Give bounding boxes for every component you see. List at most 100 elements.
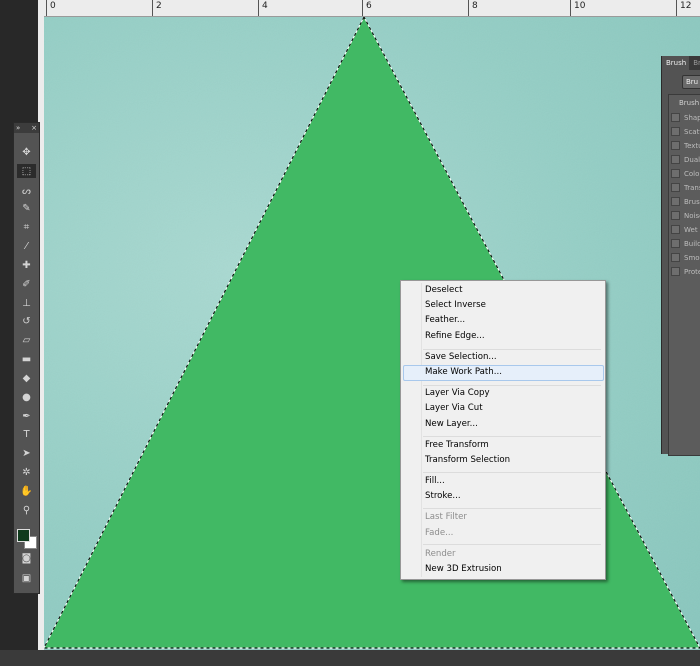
foreground-color-swatch[interactable]	[17, 529, 30, 542]
quick-mask-icon[interactable]: ◙	[17, 551, 36, 565]
screen-mode-icon[interactable]: ▣	[17, 571, 36, 585]
menu-item-fade: Fade...	[425, 528, 454, 538]
menu-separator	[423, 436, 601, 437]
brush-option-checkbox[interactable]	[671, 211, 680, 220]
healing-brush-tool-icon[interactable]: ✚	[17, 258, 36, 272]
brush-option-item[interactable]: Scatt	[671, 127, 700, 136]
dodge-tool-icon[interactable]: ●	[17, 390, 36, 404]
menu-item-refine-edge[interactable]: Refine Edge...	[425, 330, 485, 343]
path-select-tool-icon[interactable]: ➤	[17, 446, 36, 460]
brush-option-checkbox[interactable]	[671, 183, 680, 192]
brush-presets-button[interactable]: Bru	[682, 75, 700, 89]
collapse-icon[interactable]: »	[16, 124, 20, 132]
brush-option-checkbox[interactable]	[671, 197, 680, 206]
menu-item-render: Render	[425, 549, 456, 559]
context-menu: Deselect Select Inverse Feather... Refine E…	[400, 280, 606, 580]
ruler-label: 12	[680, 1, 692, 11]
brush-option-checkbox[interactable]	[671, 253, 680, 262]
brush-option-item[interactable]: Trans	[671, 183, 700, 192]
tools-panel: » × ✥ ⬚ ᔕ ✎ ⌗ ⁄ ✚ ✐ ⊥ ↺ ▱ ▬ ◆ ● ✒ T ➤ ✲ ✋ ⚲ ◙ ▣	[13, 122, 40, 594]
brush-option-label: Dual	[684, 155, 700, 164]
quick-select-tool-icon[interactable]: ✎	[17, 201, 36, 215]
brush-option-item[interactable]: Color	[671, 169, 700, 178]
brush-panel: Brush Br Bru Brush Shap Scatt Textu Dual Col…	[661, 56, 700, 456]
brush-option-label: Prote	[684, 267, 700, 276]
ruler-tick	[676, 0, 677, 16]
ruler-tick	[152, 0, 153, 16]
menu-item-layer-via-copy[interactable]: Layer Via Copy	[425, 387, 490, 400]
brush-option-label: Textu	[684, 141, 700, 150]
brush-option-item[interactable]: Wet E	[671, 225, 700, 234]
blur-tool-icon[interactable]: ◆	[17, 371, 36, 385]
brush-option-item[interactable]: Textu	[671, 141, 700, 150]
brush-option-checkbox[interactable]	[671, 141, 680, 150]
brush-option-checkbox[interactable]	[671, 169, 680, 178]
menu-item-deselect[interactable]: Deselect	[425, 284, 462, 297]
menu-separator	[423, 349, 601, 350]
brush-options-list: Brush Shap Scatt Textu Dual Color Trans Brush N…	[668, 94, 700, 456]
ruler-label: 6	[366, 1, 372, 11]
menu-item-make-work-path[interactable]: Make Work Path...	[425, 366, 502, 379]
history-brush-tool-icon[interactable]: ↺	[17, 314, 36, 328]
brush-option-item[interactable]: Smoo	[671, 253, 700, 262]
brush-option-item[interactable]: Build	[671, 239, 700, 248]
brush-option-item[interactable]: Noise	[671, 211, 700, 220]
brush-option-item[interactable]: Dual	[671, 155, 700, 164]
lasso-tool-icon[interactable]: ᔕ	[17, 184, 36, 198]
menu-item-fill[interactable]: Fill...	[425, 475, 445, 488]
brush-option-checkbox[interactable]	[671, 113, 680, 122]
brush-list-header[interactable]: Brush	[679, 99, 699, 107]
brush-option-item[interactable]: Shap	[671, 113, 700, 122]
menu-item-save-selection[interactable]: Save Selection...	[425, 351, 497, 364]
brush-option-item[interactable]: Prote	[671, 267, 700, 276]
eyedropper-tool-icon[interactable]: ⁄	[17, 239, 36, 253]
brush-option-checkbox[interactable]	[671, 155, 680, 164]
ruler-tick	[362, 0, 363, 16]
menu-item-layer-via-cut[interactable]: Layer Via Cut	[425, 402, 483, 415]
tools-panel-header[interactable]: » ×	[14, 123, 39, 133]
brush-option-checkbox[interactable]	[671, 225, 680, 234]
tab-brush[interactable]: Brush	[662, 56, 690, 70]
eraser-tool-icon[interactable]: ▱	[17, 333, 36, 347]
custom-shape-tool-icon[interactable]: ✲	[17, 465, 36, 479]
brush-option-item[interactable]: Brush	[671, 197, 700, 206]
close-icon[interactable]: ×	[31, 124, 37, 132]
gradient-tool-icon[interactable]: ▬	[17, 352, 36, 366]
brush-option-checkbox[interactable]	[671, 239, 680, 248]
menu-item-last-filter: Last Filter	[425, 512, 467, 522]
rect-marquee-tool-icon[interactable]: ⬚	[17, 164, 36, 178]
clone-stamp-tool-icon[interactable]: ⊥	[17, 296, 36, 310]
tab-brush-presets[interactable]: Br	[689, 56, 700, 70]
crop-tool-icon[interactable]: ⌗	[17, 220, 36, 234]
menu-item-new-layer[interactable]: New Layer...	[425, 418, 478, 431]
menu-item-free-transform[interactable]: Free Transform	[425, 439, 489, 452]
ruler-tick	[570, 0, 571, 16]
menu-separator	[423, 472, 601, 473]
menu-gutter	[421, 283, 422, 577]
brush-option-label: Trans	[684, 183, 700, 192]
brush-option-label: Scatt	[684, 127, 700, 136]
pen-tool-icon[interactable]: ✒	[17, 409, 36, 423]
type-tool-icon[interactable]: T	[17, 427, 36, 441]
brush-option-label: Noise	[684, 211, 700, 220]
menu-item-select-inverse[interactable]: Select Inverse	[425, 299, 486, 312]
menu-item-new-3d-extrusion[interactable]: New 3D Extrusion	[425, 563, 502, 576]
status-bar	[0, 650, 700, 666]
menu-separator	[423, 508, 601, 509]
move-tool-icon[interactable]: ✥	[17, 145, 36, 159]
horizontal-ruler[interactable]: 0 2 4 6 8 10 12	[44, 0, 700, 17]
brush-option-label: Shap	[684, 113, 700, 122]
menu-item-stroke[interactable]: Stroke...	[425, 490, 461, 503]
brush-option-checkbox[interactable]	[671, 267, 680, 276]
hand-tool-icon[interactable]: ✋	[17, 484, 36, 498]
brush-option-label: Build	[684, 239, 700, 248]
zoom-tool-icon[interactable]: ⚲	[17, 503, 36, 517]
brush-option-label: Color	[684, 169, 700, 178]
brush-option-checkbox[interactable]	[671, 127, 680, 136]
brush-option-label: Smoo	[684, 253, 700, 262]
ruler-label: 10	[574, 1, 586, 11]
menu-item-transform-selection[interactable]: Transform Selection	[425, 454, 510, 467]
menu-item-feather[interactable]: Feather...	[425, 314, 465, 327]
brush-tool-icon[interactable]: ✐	[17, 277, 36, 291]
ruler-label: 4	[262, 1, 268, 11]
